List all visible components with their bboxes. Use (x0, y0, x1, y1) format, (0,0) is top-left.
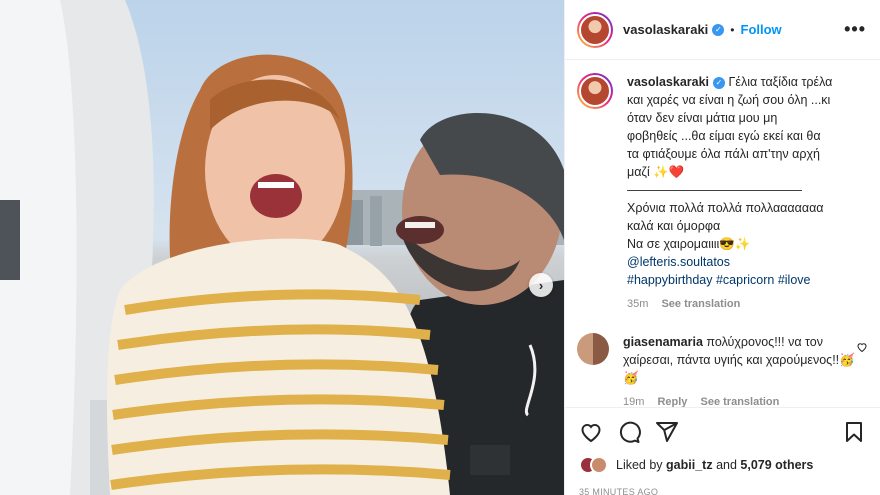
comment-icon[interactable] (617, 420, 641, 444)
follow-button[interactable]: Follow (741, 22, 782, 37)
comment-item: giasenamaria πολύχρονος!!! να τον χαίρεσ… (577, 333, 868, 407)
carousel-next-icon[interactable]: › (529, 273, 553, 297)
see-translation-button[interactable]: See translation (661, 298, 740, 310)
commenter-username[interactable]: giasenamaria (623, 335, 703, 349)
heart-icon[interactable] (579, 420, 603, 444)
caption-line: φοβηθείς ...θα είμαι εγώ εκεί και θα (627, 129, 821, 143)
caption: vasolaskaraki ✓ Γέλια ταξίδια τρέλα και χ… (577, 73, 868, 313)
caption-avatar[interactable] (577, 73, 613, 109)
caption-line: μαζί ✨❤️ (627, 165, 685, 179)
likes-count[interactable]: 5,079 others (740, 458, 813, 472)
post-header: vasolaskaraki ✓ • Follow ••• (565, 0, 880, 60)
caption-line: Να σε χαιρομαιιιι😎✨ (627, 237, 751, 251)
verified-badge-icon: ✓ (713, 77, 726, 89)
reply-button[interactable]: Reply (657, 396, 687, 407)
liker-avatar (590, 456, 608, 474)
hashtag-link[interactable]: #capricorn (716, 273, 774, 287)
post-time-ago[interactable]: 35 MINUTES AGO (579, 487, 658, 495)
more-options-icon[interactable]: ••• (844, 19, 866, 40)
comment-text: giasenamaria πολύχρονος!!! να τον χαίρεσ… (623, 333, 855, 407)
likes-prefix: Liked by (616, 458, 663, 472)
caption-username[interactable]: vasolaskaraki (627, 75, 709, 89)
caption-line: καλά και όμορφα (627, 219, 721, 233)
share-icon[interactable] (655, 420, 679, 444)
caption-time[interactable]: 35m (627, 298, 648, 310)
caption-meta: 35m See translation (627, 295, 859, 313)
commenter-avatar[interactable] (577, 333, 609, 365)
verified-badge-icon: ✓ (712, 23, 725, 36)
comment-like-heart-icon[interactable] (856, 341, 868, 356)
caption-line: Γέλια ταξίδια τρέλα (728, 75, 833, 89)
comments-section[interactable]: vasolaskaraki ✓ Γέλια ταξίδια τρέλα και χ… (565, 61, 880, 407)
hashtag-link[interactable]: #happybirthday (627, 273, 712, 287)
hashtag-link[interactable]: #ilove (778, 273, 811, 287)
liker-username[interactable]: gabii_tz (666, 458, 713, 472)
post-photo[interactable]: › (0, 0, 564, 495)
caption-text: vasolaskaraki ✓ Γέλια ταξίδια τρέλα και χ… (627, 73, 859, 313)
caption-line: όταν δεν είναι μάτια μου μη (627, 111, 778, 125)
likes-summary[interactable]: Liked by gabii_tz and 5,079 others (579, 456, 870, 474)
action-bar (565, 407, 880, 455)
comment-time[interactable]: 19m (623, 396, 644, 407)
see-translation-button[interactable]: See translation (701, 396, 780, 407)
caption-line: και χαρές να είναι η ζωή σου όλη ...κι (627, 93, 831, 107)
comment-meta: 19m Reply See translation (623, 393, 855, 407)
caption-line: τα φτιάξουμε όλα πάλι απ'την αρχή (627, 147, 820, 161)
caption-line: Χρόνια πολλά πολλά πολλααααααα (627, 201, 824, 215)
photo-illustration (0, 0, 564, 495)
post-side-panel: vasolaskaraki ✓ • Follow ••• vasolaskara… (564, 0, 880, 495)
author-avatar[interactable] (577, 11, 613, 48)
bookmark-icon[interactable] (842, 420, 866, 444)
liker-avatars (579, 456, 608, 474)
separator-dot: • (730, 22, 735, 37)
author-username[interactable]: vasolaskaraki (623, 22, 708, 37)
likes-middle: and (716, 458, 737, 472)
mention-link[interactable]: @lefteris.soultatos (627, 253, 859, 271)
caption-divider: —————————————— (627, 183, 802, 197)
